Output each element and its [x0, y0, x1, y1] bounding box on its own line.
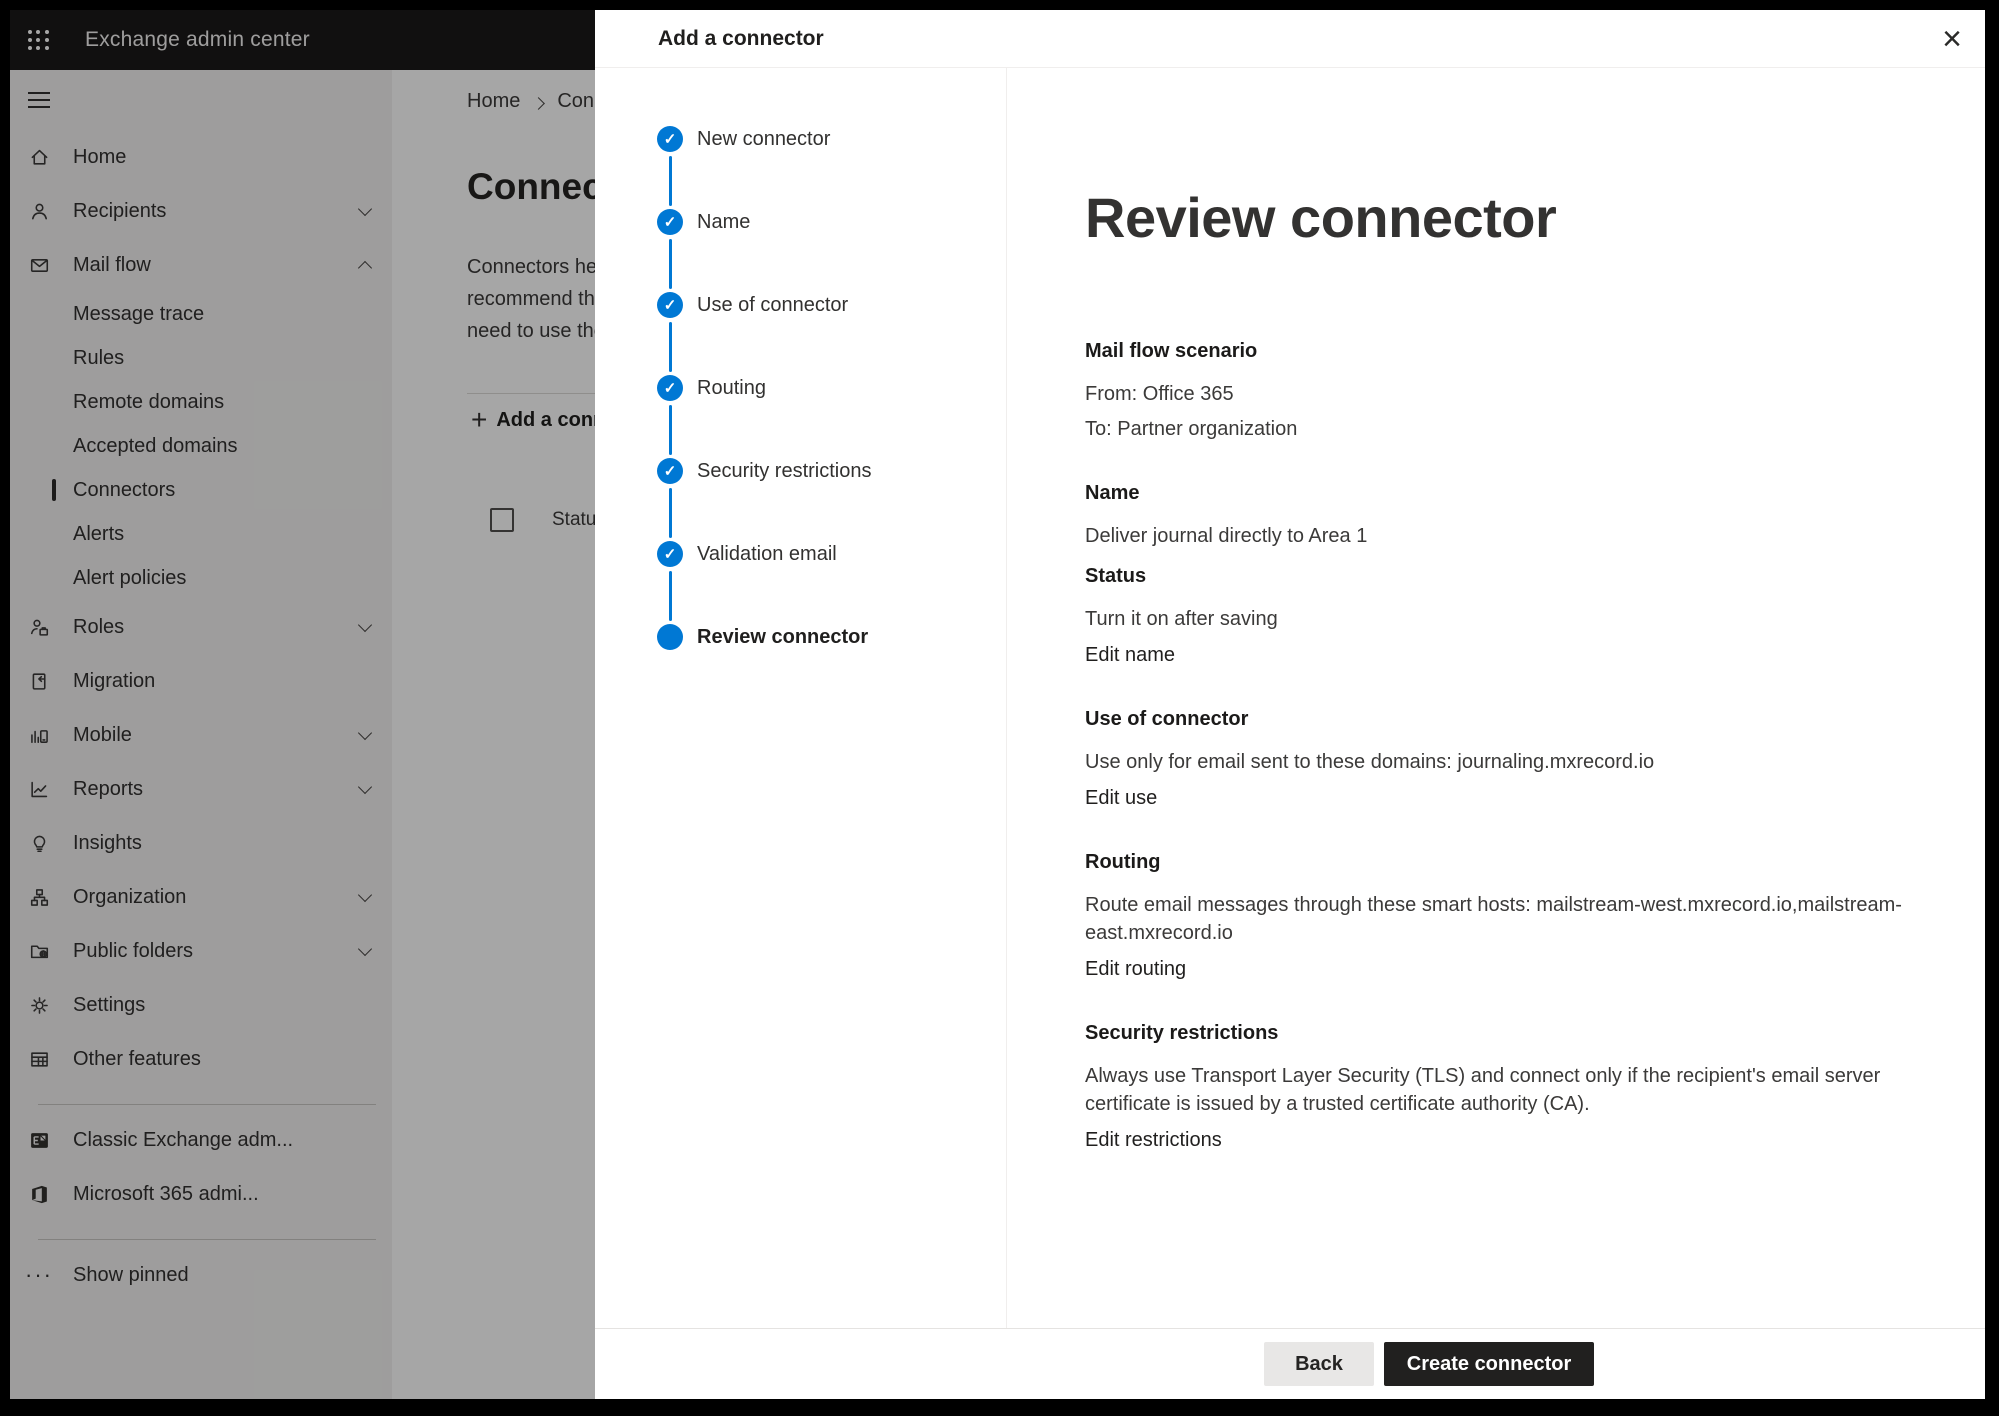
- step-connector-line: [669, 239, 672, 289]
- step-label: Review connector: [697, 626, 868, 649]
- section-heading: Name: [1085, 482, 1945, 505]
- step-label: Use of connector: [697, 294, 848, 317]
- step-current-dot: [657, 624, 683, 650]
- section-heading: Status: [1085, 565, 1945, 588]
- step-connector-line: [669, 405, 672, 455]
- wizard-steps: ✓ New connector ✓ Name ✓ Use of connector ✓ Rou…: [595, 67, 1007, 1329]
- step-check-icon: ✓: [657, 292, 683, 318]
- close-button[interactable]: ×: [1933, 20, 1971, 58]
- review-content: Review connector Mail flow scenario From:…: [1085, 186, 1945, 1193]
- section-value: Always use Transport Layer Security (TLS…: [1085, 1062, 1945, 1118]
- step-connector-line: [669, 571, 672, 621]
- section-value: Turn it on after saving: [1085, 605, 1945, 633]
- step-name[interactable]: ✓ Name: [657, 208, 750, 236]
- edit-routing-link[interactable]: Edit routing: [1085, 955, 1945, 983]
- dialog-footer: Back Create connector: [595, 1328, 1985, 1399]
- step-label: Validation email: [697, 543, 837, 566]
- add-connector-dialog: Add a connector × ✓ New connector ✓ Name ✓ Us…: [595, 10, 1985, 1399]
- section-value: Route email messages through these smart…: [1085, 891, 1945, 947]
- check-icon: ✓: [664, 379, 677, 397]
- check-icon: ✓: [664, 130, 677, 148]
- section-value: To: Partner organization: [1085, 415, 1945, 443]
- step-label: Security restrictions: [697, 460, 872, 483]
- section-mail-flow-scenario: Mail flow scenario From: Office 365 To: Pa…: [1085, 340, 1945, 443]
- section-use-of-connector: Use of connector Use only for email sent …: [1085, 708, 1945, 812]
- check-icon: ✓: [664, 462, 677, 480]
- section-value: From: Office 365: [1085, 380, 1945, 408]
- dialog-title: Add a connector: [658, 10, 824, 67]
- step-label: New connector: [697, 128, 830, 151]
- section-heading: Mail flow scenario: [1085, 340, 1945, 363]
- step-check-icon: ✓: [657, 458, 683, 484]
- step-new-connector[interactable]: ✓ New connector: [657, 125, 830, 153]
- back-button[interactable]: Back: [1264, 1342, 1374, 1386]
- step-connector-line: [669, 156, 672, 206]
- dialog-header: Add a connector ×: [595, 10, 1985, 68]
- check-icon: ✓: [664, 213, 677, 231]
- step-connector-line: [669, 322, 672, 372]
- check-icon: ✓: [664, 296, 677, 314]
- step-label: Routing: [697, 377, 766, 400]
- step-connector-line: [669, 488, 672, 538]
- step-review-connector[interactable]: Review connector: [657, 623, 868, 651]
- edit-restrictions-link[interactable]: Edit restrictions: [1085, 1126, 1945, 1154]
- section-value: Deliver journal directly to Area 1: [1085, 522, 1945, 550]
- edit-use-link[interactable]: Edit use: [1085, 784, 1945, 812]
- step-use-of-connector[interactable]: ✓ Use of connector: [657, 291, 848, 319]
- check-icon: ✓: [664, 545, 677, 563]
- step-check-icon: ✓: [657, 375, 683, 401]
- step-check-icon: ✓: [657, 126, 683, 152]
- section-value: Use only for email sent to these domains…: [1085, 748, 1945, 776]
- section-routing: Routing Route email messages through thes…: [1085, 851, 1945, 983]
- section-name: Name Deliver journal directly to Area 1: [1085, 482, 1945, 550]
- step-validation-email[interactable]: ✓ Validation email: [657, 540, 837, 568]
- review-sections: Mail flow scenario From: Office 365 To: Pa…: [1085, 340, 1945, 1154]
- close-icon: ×: [1942, 20, 1962, 58]
- step-routing[interactable]: ✓ Routing: [657, 374, 766, 402]
- section-heading: Security restrictions: [1085, 1022, 1945, 1045]
- step-security-restrictions[interactable]: ✓ Security restrictions: [657, 457, 872, 485]
- edit-name-link[interactable]: Edit name: [1085, 641, 1945, 669]
- step-check-icon: ✓: [657, 209, 683, 235]
- create-connector-button[interactable]: Create connector: [1384, 1342, 1594, 1386]
- step-check-icon: ✓: [657, 541, 683, 567]
- section-heading: Routing: [1085, 851, 1945, 874]
- review-heading: Review connector: [1085, 186, 1945, 250]
- section-security-restrictions: Security restrictions Always use Transpor…: [1085, 1022, 1945, 1154]
- section-status: Status Turn it on after saving Edit name: [1085, 565, 1945, 669]
- step-label: Name: [697, 211, 750, 234]
- section-heading: Use of connector: [1085, 708, 1945, 731]
- screen: Exchange admin center HomeRecipientsMail…: [10, 10, 1985, 1399]
